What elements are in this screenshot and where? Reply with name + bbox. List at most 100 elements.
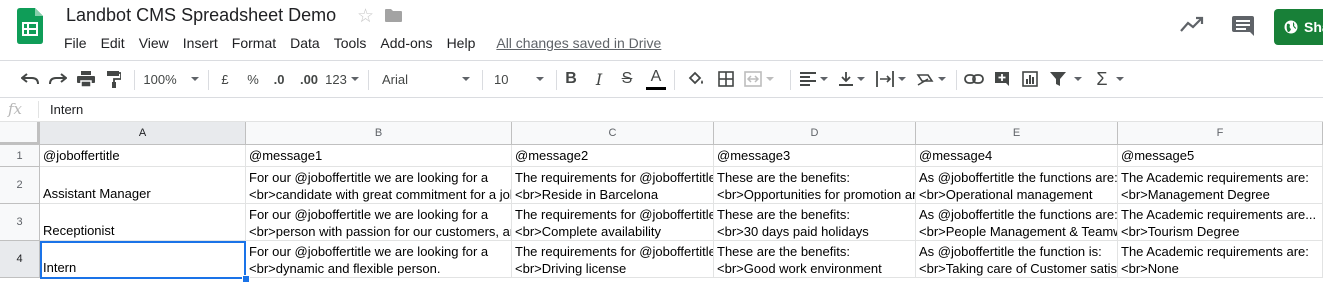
text-color-button[interactable]: A bbox=[644, 61, 668, 97]
increase-decimals-button[interactable]: .00 bbox=[294, 61, 324, 97]
comments-icon[interactable] bbox=[1232, 16, 1254, 36]
font-size-select[interactable]: 10 bbox=[490, 61, 548, 97]
cell-f1[interactable]: @message5 bbox=[1118, 145, 1323, 167]
menu-help[interactable]: Help bbox=[440, 33, 483, 55]
column-header-a[interactable]: A bbox=[40, 122, 246, 145]
column-header-c[interactable]: C bbox=[512, 122, 714, 145]
cell-c4[interactable]: The requirements for @joboffertitle are:… bbox=[512, 241, 714, 278]
print-button[interactable] bbox=[74, 61, 98, 97]
menu-add-ons[interactable]: Add-ons bbox=[373, 33, 439, 55]
fill-color-button[interactable] bbox=[684, 61, 708, 97]
folder-icon[interactable] bbox=[385, 9, 402, 22]
row-header-2[interactable]: 2 bbox=[0, 167, 40, 204]
globe-icon bbox=[1284, 20, 1298, 34]
cell-d1[interactable]: @message3 bbox=[714, 145, 916, 167]
formula-input[interactable]: Intern bbox=[50, 102, 83, 117]
menu-view[interactable]: View bbox=[132, 33, 176, 55]
merge-cells-button[interactable] bbox=[742, 61, 776, 97]
more-formats-button[interactable]: 123 bbox=[324, 61, 360, 97]
cell-e3[interactable]: As @joboffertitle the functions are: <br… bbox=[916, 204, 1118, 241]
menu-insert[interactable]: Insert bbox=[176, 33, 225, 55]
function-icon: Σ bbox=[1096, 68, 1108, 89]
column-header-d[interactable]: D bbox=[714, 122, 916, 145]
activity-trend-icon[interactable] bbox=[1180, 15, 1204, 33]
cell-d3[interactable]: These are the benefits: <br>30 days paid… bbox=[714, 204, 916, 241]
print-icon bbox=[77, 71, 95, 87]
italic-button[interactable]: I bbox=[588, 61, 610, 97]
cell-a3[interactable]: Receptionist bbox=[40, 204, 246, 241]
text-rotate-icon bbox=[916, 74, 934, 86]
redo-icon bbox=[49, 73, 67, 85]
horizontal-align-button[interactable] bbox=[798, 61, 830, 97]
merge-icon bbox=[744, 71, 762, 87]
select-all-corner[interactable] bbox=[0, 122, 40, 145]
zoom-select[interactable]: 100% bbox=[142, 61, 200, 97]
text-wrap-icon bbox=[876, 71, 894, 87]
cell-b1[interactable]: @message1 bbox=[246, 145, 512, 167]
document-title[interactable]: Landbot CMS Spreadsheet Demo bbox=[66, 5, 336, 26]
text-rotation-button[interactable] bbox=[914, 61, 948, 97]
valign-bottom-icon bbox=[839, 72, 853, 86]
menu-edit[interactable]: Edit bbox=[94, 33, 132, 55]
menu-format[interactable]: Format bbox=[225, 33, 283, 55]
cell-c1[interactable]: @message2 bbox=[512, 145, 714, 167]
cell-d4[interactable]: These are the benefits: <br>Good work en… bbox=[714, 241, 916, 278]
insert-link-button[interactable] bbox=[962, 61, 986, 97]
share-button[interactable]: Share bbox=[1274, 9, 1323, 45]
row-header-4[interactable]: 4 bbox=[0, 241, 40, 278]
menu-bar: File Edit View Insert Format Data Tools … bbox=[57, 33, 667, 55]
menu-data[interactable]: Data bbox=[283, 33, 327, 55]
insert-chart-button[interactable] bbox=[1018, 61, 1042, 97]
fill-handle[interactable] bbox=[242, 275, 250, 282]
insert-comment-button[interactable] bbox=[990, 61, 1014, 97]
cell-e1[interactable]: @message4 bbox=[916, 145, 1118, 167]
strikethrough-button[interactable]: S bbox=[616, 61, 638, 97]
redo-button[interactable] bbox=[46, 61, 70, 97]
star-icon[interactable]: ☆ bbox=[357, 5, 374, 28]
cell-b4[interactable]: For our @joboffertitle we are looking fo… bbox=[246, 241, 512, 278]
functions-button[interactable]: Σ bbox=[1090, 61, 1130, 97]
column-header-f[interactable]: F bbox=[1118, 122, 1323, 145]
bold-button[interactable]: B bbox=[560, 61, 582, 97]
undo-button[interactable] bbox=[18, 61, 42, 97]
cell-c2[interactable]: The requirements for @joboffertitle are:… bbox=[512, 167, 714, 204]
cell-a1[interactable]: @joboffertitle bbox=[40, 145, 246, 167]
cell-a2[interactable]: Assistant Manager bbox=[40, 167, 246, 204]
text-wrap-button[interactable] bbox=[874, 61, 908, 97]
save-status-link[interactable]: All changes saved in Drive bbox=[490, 33, 667, 55]
percent-format-button[interactable]: % bbox=[242, 61, 264, 97]
column-header-e[interactable]: E bbox=[916, 122, 1118, 145]
filter-button[interactable] bbox=[1046, 61, 1086, 97]
formula-bar: fx Intern bbox=[0, 98, 1323, 122]
cell-e2[interactable]: As @joboffertitle the functions are: <br… bbox=[916, 167, 1118, 204]
row-header-1[interactable]: 1 bbox=[0, 145, 40, 167]
menu-file[interactable]: File bbox=[57, 33, 94, 55]
column-header-b[interactable]: B bbox=[246, 122, 512, 145]
paint-format-icon bbox=[107, 70, 121, 88]
font-family-select[interactable]: Arial bbox=[378, 61, 474, 97]
cell-f2[interactable]: The Academic requirements are: <br>Manag… bbox=[1118, 167, 1323, 204]
cell-c3[interactable]: The requirements for @joboffertitle are:… bbox=[512, 204, 714, 241]
cell-b3[interactable]: For our @joboffertitle we are looking fo… bbox=[246, 204, 512, 241]
cell-e4[interactable]: As @joboffertitle the function is: <br>T… bbox=[916, 241, 1118, 278]
bold-icon: B bbox=[565, 70, 577, 87]
undo-icon bbox=[21, 73, 39, 85]
row-header-3[interactable]: 3 bbox=[0, 204, 40, 241]
text-color-icon: A bbox=[650, 67, 662, 85]
selected-cell-outline bbox=[40, 241, 246, 279]
cell-b2[interactable]: For our @joboffertitle we are looking fo… bbox=[246, 167, 512, 204]
vertical-align-button[interactable] bbox=[836, 61, 868, 97]
share-label: Share bbox=[1304, 19, 1323, 35]
filter-icon bbox=[1050, 72, 1066, 86]
sheets-logo-icon[interactable] bbox=[17, 8, 43, 44]
cell-f4[interactable]: The Academic requirements are: <br>None bbox=[1118, 241, 1323, 278]
paint-format-button[interactable] bbox=[102, 61, 126, 97]
cell-f3[interactable]: The Academic requirements are... <br>Tou… bbox=[1118, 204, 1323, 241]
borders-button[interactable] bbox=[714, 61, 738, 97]
menu-tools[interactable]: Tools bbox=[327, 33, 374, 55]
decrease-decimals-button[interactable]: .0 bbox=[266, 61, 292, 97]
font-family-value: Arial bbox=[382, 71, 409, 87]
spreadsheet-grid: A B C D E F 1 2 3 4 @joboffertitle @mess… bbox=[0, 122, 1323, 282]
cell-d2[interactable]: These are the benefits: <br>Opportunitie… bbox=[714, 167, 916, 204]
currency-format-button[interactable]: £ bbox=[214, 61, 236, 97]
